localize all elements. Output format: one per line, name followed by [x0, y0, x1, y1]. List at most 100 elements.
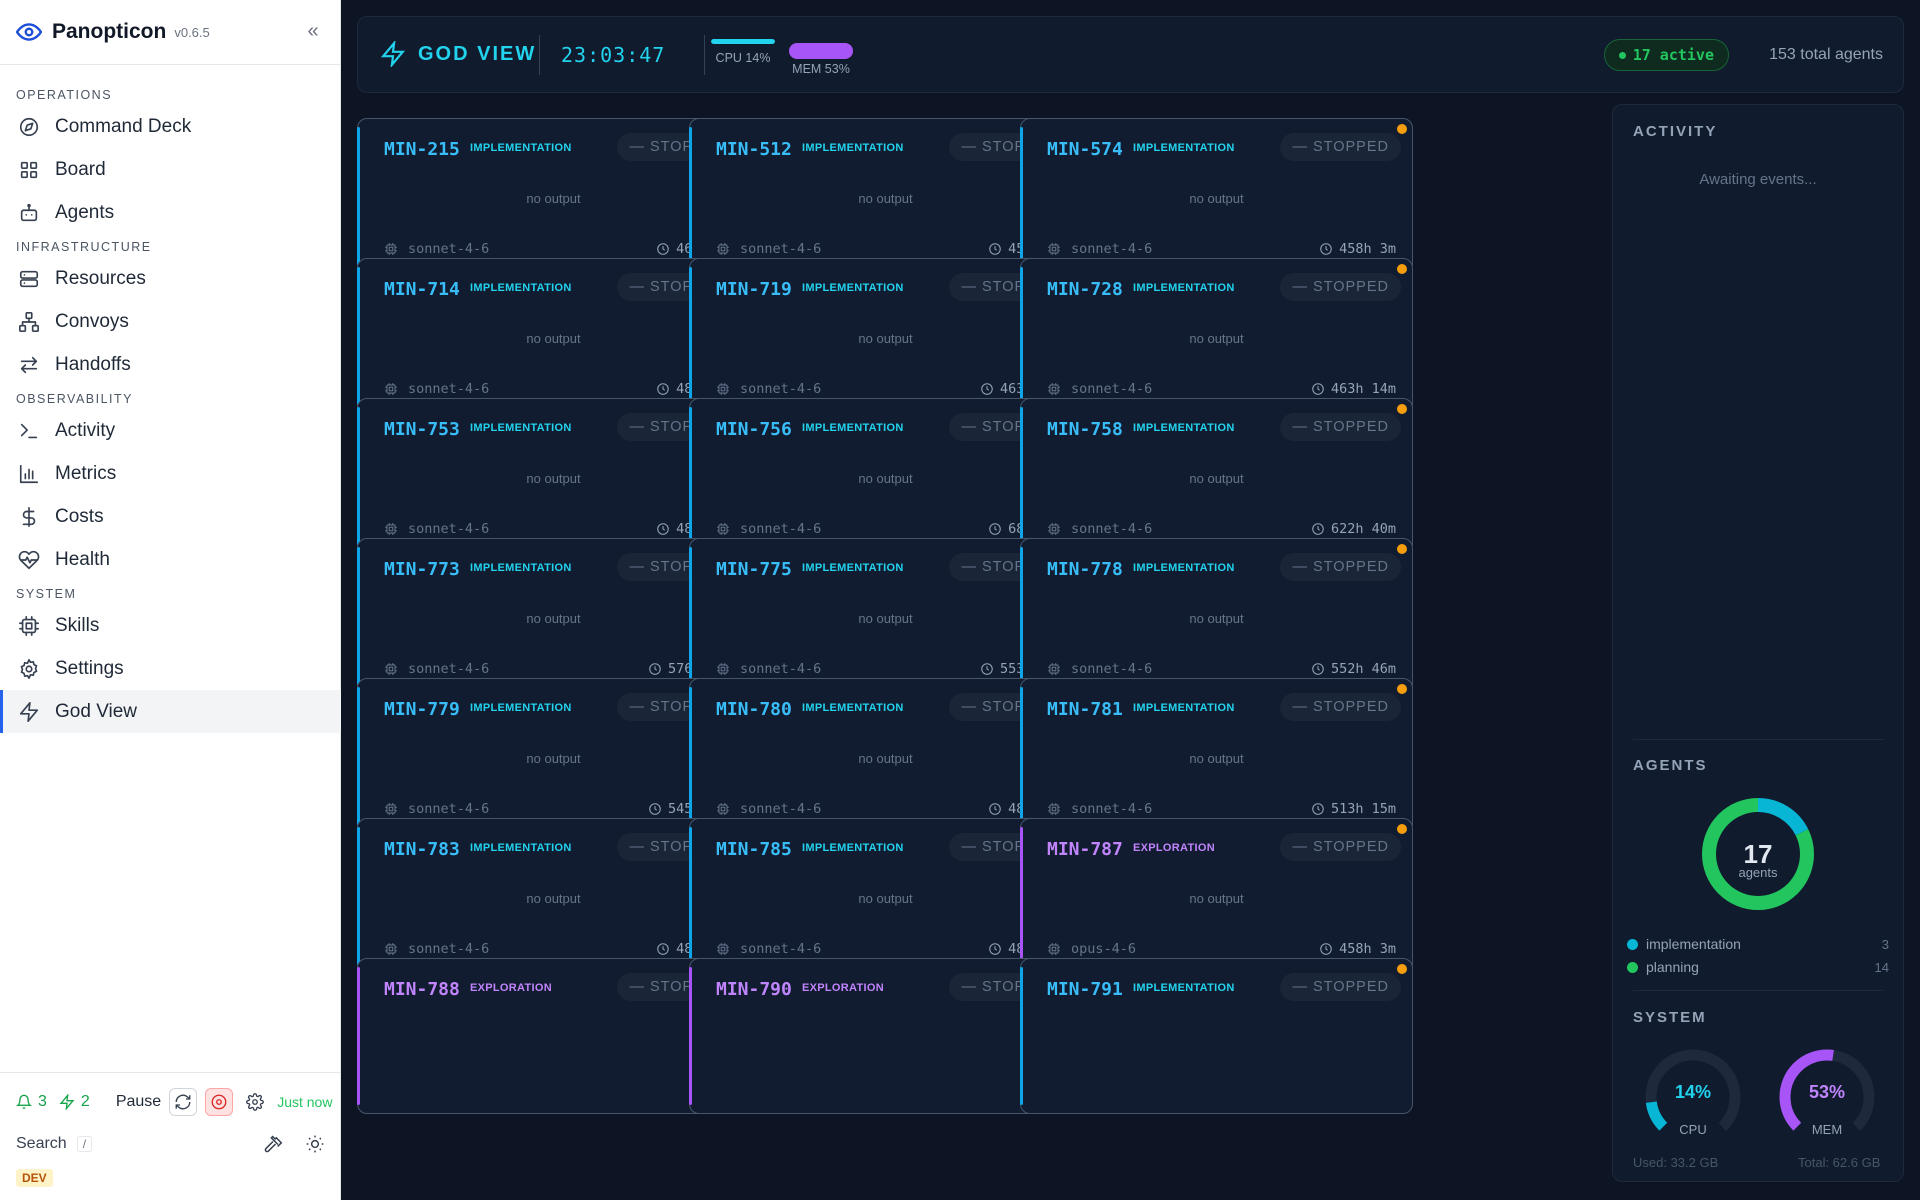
notifications-indicator[interactable]: 3	[16, 1093, 47, 1111]
chip-icon	[1048, 943, 1060, 955]
divider	[1633, 990, 1883, 991]
section-label: INFRASTRUCTURE	[16, 240, 152, 255]
divider	[539, 35, 540, 75]
chip-icon	[1048, 663, 1060, 675]
divider	[704, 35, 705, 75]
sidebar-item-command-deck[interactable]: Command Deck	[0, 106, 341, 149]
sidebar-footer: 3 2 Pause Just now Search / DEV	[0, 1072, 341, 1200]
sidebar-item-costs[interactable]: Costs	[0, 496, 341, 539]
env-badge: DEV	[16, 1169, 53, 1187]
agent-id: MIN-728	[1047, 279, 1123, 300]
sidebar-item-handoffs[interactable]: Handoffs	[0, 343, 341, 386]
search-button[interactable]: Search	[16, 1135, 67, 1153]
network-icon	[19, 312, 39, 333]
agent-type-tag: IMPLEMENTATION	[470, 562, 572, 574]
agent-model-name: sonnet-4-6	[408, 381, 490, 397]
agent-model: sonnet-4-6	[716, 801, 821, 817]
agent-id: MIN-779	[384, 699, 460, 720]
agent-card[interactable]: MIN-728 IMPLEMENTATION — STOPPED no outpu…	[1020, 258, 1413, 414]
chip-icon	[717, 383, 729, 395]
agent-model: sonnet-4-6	[1047, 521, 1152, 537]
sun-icon[interactable]	[305, 1134, 325, 1154]
agent-type-tag: IMPLEMENTATION	[1133, 142, 1235, 154]
grid-icon	[20, 161, 38, 179]
mem-label: MEM 53%	[792, 62, 850, 76]
clock-icon	[657, 243, 669, 255]
agent-model-name: sonnet-4-6	[1071, 521, 1153, 537]
hammer-icon[interactable]	[263, 1134, 283, 1154]
agent-card[interactable]: MIN-574 IMPLEMENTATION — STOPPED no outpu…	[1020, 118, 1413, 274]
clock-icon	[989, 943, 1001, 955]
agent-type-tag: IMPLEMENTATION	[802, 702, 904, 714]
compass-icon	[19, 118, 39, 137]
agent-type-tag: IMPLEMENTATION	[470, 282, 572, 294]
agent-model: sonnet-4-6	[384, 521, 489, 537]
clock-icon	[649, 803, 661, 815]
agent-id: MIN-719	[716, 279, 792, 300]
cpu-bar-track	[711, 39, 775, 44]
sidebar-item-activity[interactable]: Activity	[0, 410, 341, 453]
clock: 23:03:47	[561, 43, 666, 67]
agent-model: sonnet-4-6	[1047, 801, 1152, 817]
agent-model: sonnet-4-6	[384, 801, 489, 817]
mem-gauge-sub: Total: 62.6 GB	[1798, 1155, 1881, 1170]
agent-runtime-value: 622h 40m	[1330, 521, 1396, 537]
agent-card[interactable]: MIN-758 IMPLEMENTATION — STOPPED no outpu…	[1020, 398, 1413, 554]
bell-count: 3	[38, 1093, 47, 1110]
clock-icon	[1312, 663, 1324, 675]
sidebar-item-skills[interactable]: Skills	[0, 605, 341, 648]
sidebar-item-label: Costs	[55, 505, 104, 527]
status-dot	[1397, 124, 1407, 134]
chip-icon	[385, 243, 397, 255]
sidebar-item-god-view[interactable]: God View	[0, 690, 341, 733]
agent-id: MIN-574	[1047, 139, 1123, 160]
sidebar-item-settings[interactable]: Settings	[0, 648, 341, 691]
agent-model: sonnet-4-6	[716, 241, 821, 257]
sidebar-item-metrics[interactable]: Metrics	[0, 453, 341, 496]
agent-model-name: sonnet-4-6	[740, 521, 822, 537]
sidebar-item-resources[interactable]: Resources	[0, 258, 341, 301]
agent-card[interactable]: MIN-787 EXPLORATION — STOPPED no output op…	[1020, 818, 1413, 974]
chip-icon	[717, 663, 729, 675]
agent-model-name: sonnet-4-6	[740, 801, 822, 817]
agent-card[interactable]: MIN-778 IMPLEMENTATION — STOPPED no outpu…	[1020, 538, 1413, 694]
chip-icon	[385, 523, 397, 535]
agent-status-badge: — STOPPED	[1280, 553, 1401, 581]
sidebar-item-label: Convoys	[55, 311, 129, 333]
bolt-indicator[interactable]: 2	[59, 1093, 90, 1111]
chip-icon	[385, 663, 397, 675]
bot-icon	[20, 203, 38, 221]
status-dot	[1397, 544, 1407, 554]
sidebar-item-health[interactable]: Health	[0, 538, 341, 581]
agent-id: MIN-215	[384, 139, 460, 160]
agent-model: sonnet-4-6	[716, 381, 821, 397]
footer-controls: 3 2 Pause Just now	[16, 1087, 341, 1117]
agent-card[interactable]: MIN-791 IMPLEMENTATION — STOPPED	[1020, 958, 1413, 1114]
collapse-sidebar-icon[interactable]: «	[301, 20, 325, 44]
agent-status-badge: — STOPPED	[1280, 973, 1401, 1001]
clock-icon	[649, 663, 661, 675]
agent-type-tag: IMPLEMENTATION	[802, 282, 904, 294]
sidebar-item-label: Command Deck	[55, 116, 192, 138]
sidebar-item-board[interactable]: Board	[0, 149, 341, 192]
chip-icon	[717, 243, 729, 255]
stop-button[interactable]	[205, 1088, 234, 1116]
clock-icon	[1320, 943, 1332, 955]
sidebar-item-convoys[interactable]: Convoys	[0, 301, 341, 344]
pause-button[interactable]: Pause	[116, 1093, 161, 1111]
chip-icon	[1048, 803, 1060, 815]
agent-model: sonnet-4-6	[384, 941, 489, 957]
agent-type-tag: IMPLEMENTATION	[1133, 282, 1235, 294]
agent-type-tag: IMPLEMENTATION	[802, 562, 904, 574]
agent-runtime: 552h 46m	[1311, 661, 1396, 677]
chip-icon	[1048, 523, 1060, 535]
page-title-text: GOD VIEW	[418, 42, 537, 65]
sidebar-item-agents[interactable]: Agents	[0, 191, 341, 234]
settings-button[interactable]	[241, 1088, 269, 1116]
cpu-gauge-sub: Used: 33.2 GB	[1633, 1155, 1719, 1170]
agent-card[interactable]: MIN-781 IMPLEMENTATION — STOPPED no outpu…	[1020, 678, 1413, 834]
agent-runtime: 458h 3m	[1319, 941, 1396, 957]
agent-type-tag: IMPLEMENTATION	[1133, 422, 1235, 434]
refresh-button[interactable]	[169, 1088, 198, 1116]
agent-model-name: sonnet-4-6	[408, 801, 490, 817]
